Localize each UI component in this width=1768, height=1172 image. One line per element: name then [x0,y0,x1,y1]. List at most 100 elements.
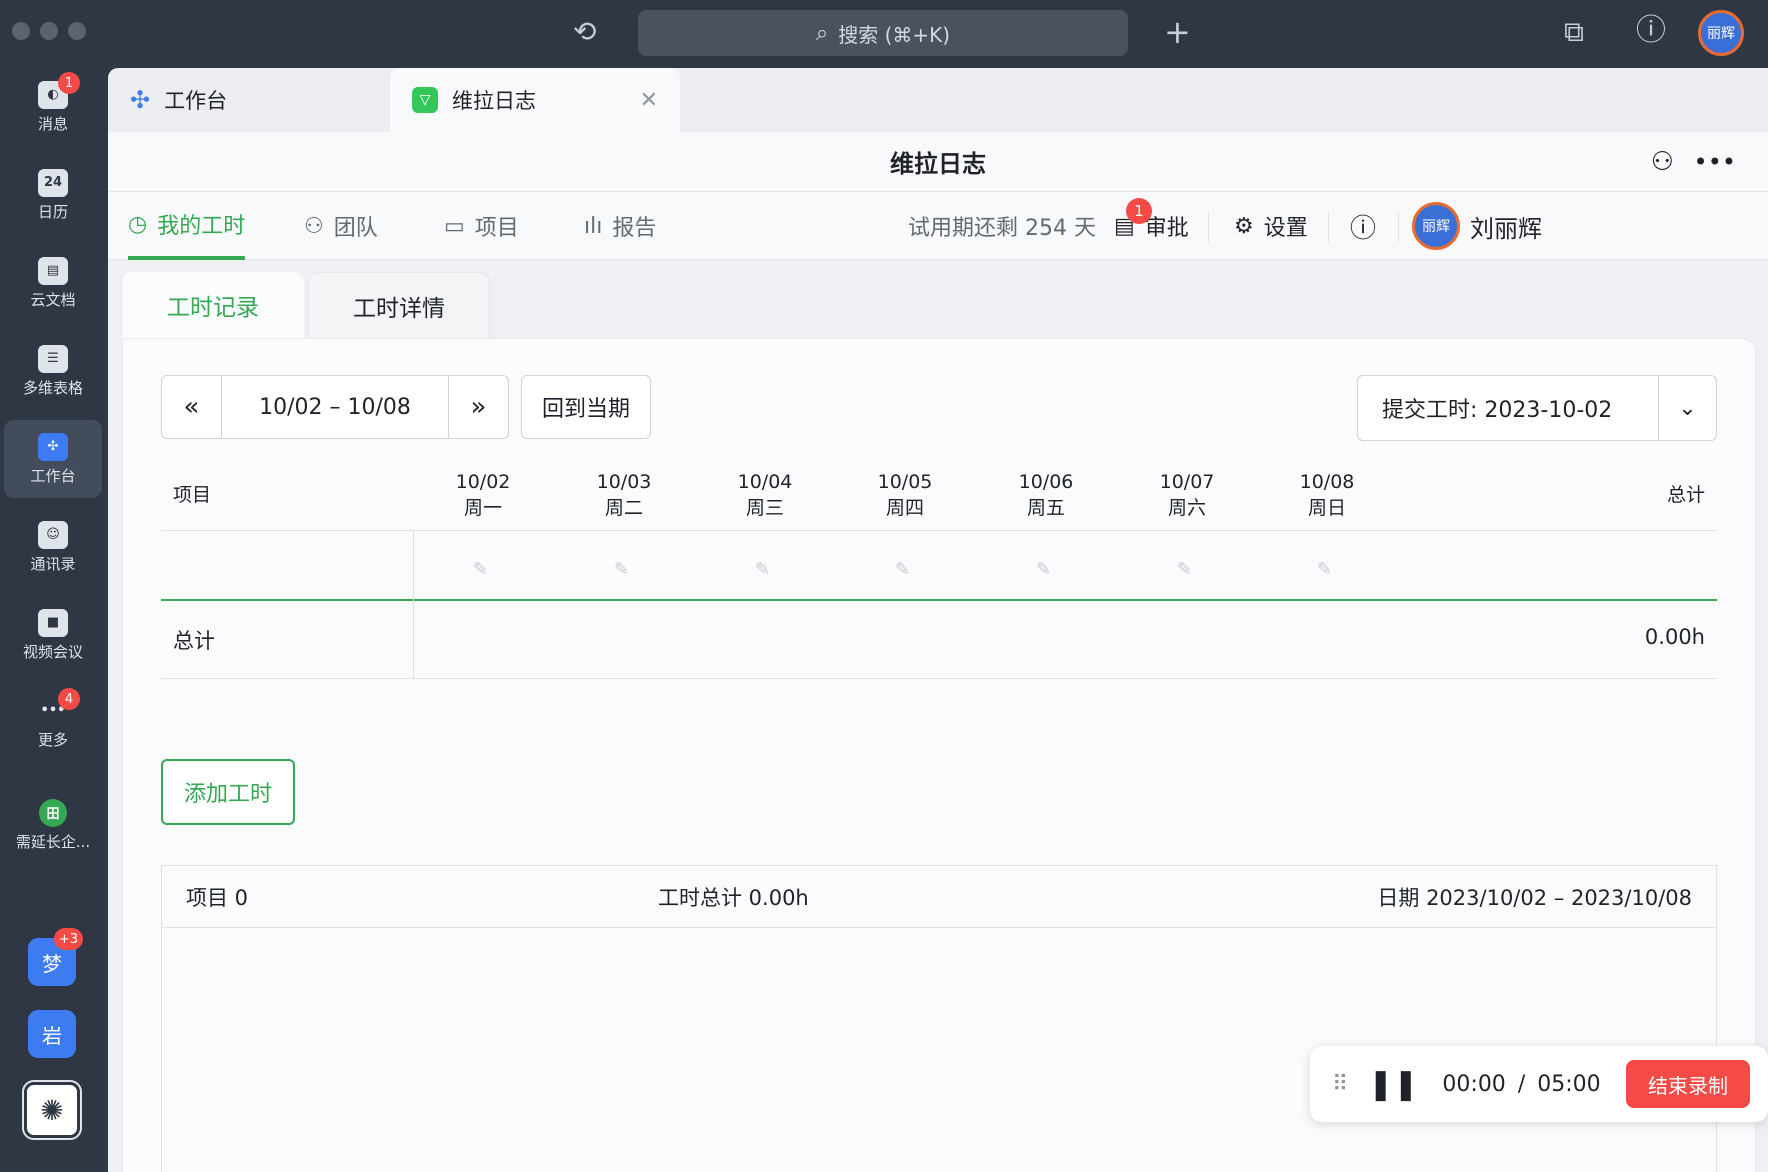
page-title-text: 维拉日志 [890,150,986,178]
submit-hours-select[interactable]: 提交工时: 2023-10-02 ⌄ [1357,375,1717,441]
grid-icon: 田 [39,798,67,827]
column-day: 10/02 周一 [443,459,523,531]
help-icon[interactable]: ⓘ [1350,192,1376,260]
calendar-clock-icon: ◷ [128,211,148,237]
close-tab-icon[interactable]: ✕ [640,88,658,113]
total-row-value: 0.00h [1644,625,1705,649]
help-icon[interactable]: ⓘ [1636,16,1666,46]
edit-icon[interactable]: ✎ [614,559,629,580]
rail-item-more[interactable]: ••• 更多 4 [4,684,102,762]
end-recording-button[interactable]: 结束录制 [1626,1060,1750,1108]
rail-item-base[interactable]: ☰ 多维表格 [4,332,102,410]
tab-label: 工作台 [164,89,228,113]
nav-item-team[interactable]: ⚇ 团队 [304,192,378,260]
column-day: 10/03 周二 [584,459,664,531]
recording-time: 00:00 [1442,1071,1506,1097]
bot-icon[interactable]: ⚇ [1651,147,1674,177]
edit-icon[interactable]: ✎ [473,559,488,580]
edit-icon[interactable]: ✎ [895,559,910,580]
approval-button[interactable]: ▤ 审批 1 [1114,192,1189,260]
more-options-icon[interactable]: ••• [1694,148,1736,176]
nav-item-report[interactable]: ılı 报告 [584,192,656,260]
rail-item-extend-trial[interactable]: 田 需延长企... [4,786,102,864]
user-menu[interactable]: 丽辉 刘丽辉 [1412,192,1542,260]
app-chip-yan[interactable]: 岩 [28,1010,76,1058]
nav-label: 团队 [333,216,378,241]
total-row-label: 总计 [173,629,215,653]
tab-workplace[interactable]: ✣ 工作台 [108,68,386,132]
workplace-icon: ✣ [38,432,68,461]
workspace-logo-icon[interactable]: ✺ [24,1082,80,1138]
settings-label: 设置 [1263,216,1308,241]
app-chip-text: 岩 [42,1023,62,1048]
subtab-hour-details[interactable]: 工时详情 [308,272,490,338]
unread-badge: 4 [58,688,80,710]
nav-label: 我的工时 [157,214,246,239]
document-icon: ▤ [38,256,68,285]
history-icon[interactable]: ⟲ [573,18,596,46]
vera-log-icon: ▽ [412,87,438,113]
screen-recorder: ⠿ ❚❚ 00:00 / 05:00 结束录制 [1310,1046,1768,1122]
nav-item-project[interactable]: ▭ 项目 [444,192,519,260]
app-chip-meng[interactable]: 梦 +3 [28,928,84,986]
submit-hours-value: 提交工时: 2023-10-02 [1382,398,1613,423]
rail-item-label: 视频会议 [22,642,83,661]
table-row: ✎ ✎ ✎ ✎ ✎ ✎ ✎ [161,531,1717,601]
subtab-hour-records[interactable]: 工时记录 [122,272,304,338]
day-weekday: 周一 [463,497,502,519]
rail-item-calendar[interactable]: 24 日历 [4,156,102,234]
column-day: 10/06 周五 [1006,459,1086,531]
edit-icon[interactable]: ✎ [1036,559,1051,580]
plus-icon[interactable]: + [1164,16,1191,48]
day-weekday: 周五 [1026,497,1065,519]
unread-badge: 1 [58,72,80,94]
minimize-window-button[interactable] [40,22,58,40]
current-period-button[interactable]: 回到当期 [521,375,651,439]
nav-divider [1208,212,1209,242]
edit-icon[interactable]: ✎ [1177,559,1192,580]
global-search[interactable]: ⌕ 搜索 (⌘+K) [638,10,1128,56]
summary-projects: 项目 0 [186,886,249,910]
screen-share-icon[interactable]: ⧉ [1564,18,1584,46]
day-date: 10/05 [877,471,933,493]
avatar[interactable]: 丽辉 [1698,10,1744,56]
edit-icon[interactable]: ✎ [755,559,770,580]
close-window-button[interactable] [12,22,30,40]
summary-header: 项目 0 工时总计 0.00h 日期 2023/10/02 – 2023/10/… [162,866,1716,928]
workplace-icon: ✣ [130,86,151,114]
search-label: 搜索 (⌘+K) [838,22,951,47]
edit-icon[interactable]: ✎ [1317,559,1332,580]
search-icon: ⌕ [815,20,829,46]
trial-remaining: 试用期还剩 254 天 [908,216,1096,241]
zoom-window-button[interactable] [68,22,86,40]
column-day: 10/05 周四 [865,459,945,531]
column-divider [413,601,414,679]
title-bar: ⟲ ⌕ 搜索 (⌘+K) + ⧉ ⓘ 丽辉 [0,0,1768,68]
nav-divider [1328,212,1329,242]
gear-icon: ⚙ [1234,213,1254,239]
add-hours-button[interactable]: 添加工时 [161,759,295,825]
rail-item-label: 日历 [37,202,68,221]
rail-item-docs[interactable]: ▤ 云文档 [4,244,102,322]
pause-icon[interactable]: ❚❚ [1368,1067,1418,1102]
user-name: 刘丽辉 [1470,214,1542,243]
avatar: 丽辉 [1412,202,1460,250]
rail-item-messages[interactable]: ◐ 消息 1 [4,68,102,146]
tab-vera-log[interactable]: ▽ 维拉日志 ✕ [390,68,680,132]
rail-item-label: 多维表格 [22,378,83,397]
folder-icon: ▭ [444,213,465,239]
settings-button[interactable]: ⚙ 设置 [1234,192,1308,260]
app-chip-text: 梦 [42,951,62,976]
prev-week-button[interactable]: « [162,376,222,438]
rail-item-label: 需延长企... [15,832,91,851]
rail-item-video[interactable]: ■ 视频会议 [4,596,102,674]
nav-item-my-hours[interactable]: ◷ 我的工时 [128,192,246,260]
next-week-button[interactable]: » [448,376,508,438]
rail-item-workplace[interactable]: ✣ 工作台 [4,420,102,498]
day-date: 10/06 [1018,471,1074,493]
recording-separator: / [1517,1071,1526,1097]
table-header: 项目 10/02 周一 10/03 周二 10/04 周三 10/05 周四 10/06… [161,459,1717,531]
rail-item-contacts[interactable]: ☺ 通讯录 [4,508,102,586]
drag-handle-icon[interactable]: ⠿ [1332,1072,1348,1097]
tab-label: 维拉日志 [452,89,536,113]
